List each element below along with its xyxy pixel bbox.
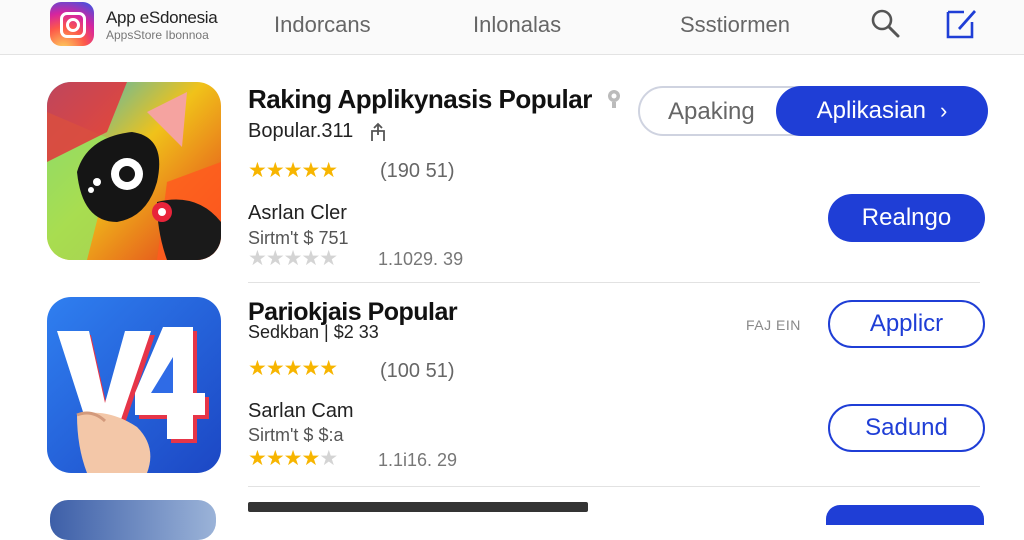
tab-ssstiormen[interactable]: Ssstiormen [680, 12, 790, 38]
app-subtitle: Bopular.311 [248, 120, 354, 142]
rating-count: (190 51) [380, 160, 455, 182]
share-icon[interactable] [368, 121, 388, 143]
price-text: Sirtm't $ $:a [248, 425, 344, 445]
toggle-option-aplikasian[interactable]: Aplikasian › [776, 86, 988, 136]
app-icon-partial[interactable] [50, 500, 216, 540]
row-divider [248, 282, 980, 283]
partial-title [248, 502, 588, 512]
view-toggle[interactable]: Apaking Aplikasian › [638, 86, 988, 136]
toggle-label: Aplikasian [816, 97, 927, 124]
tab-indorcans[interactable]: Indorcans [274, 12, 371, 38]
developer-name: Sarlan Cam [248, 400, 354, 422]
edit-icon[interactable] [944, 6, 978, 40]
secondary-count: 1.1029. 39 [378, 249, 464, 269]
tab-inlonalas[interactable]: Inlonalas [473, 12, 561, 38]
info-icon[interactable] [606, 88, 622, 112]
rating-count: (100 51) [380, 360, 455, 382]
realngo-button[interactable]: Realngo [828, 194, 985, 242]
secondary-stars: ★★★★★ [248, 247, 338, 270]
app-icon-bird[interactable] [47, 82, 221, 260]
sadund-button[interactable]: Sadund [828, 404, 985, 452]
secondary-stars: ★★★★★ [248, 447, 338, 470]
top-bar: App eSdonesia AppsStore Ibonnoa Indorcan… [0, 0, 1024, 55]
app-subtitle: Sedkban | $2 33 [248, 322, 379, 342]
search-icon[interactable] [868, 6, 902, 40]
rating-stars: ★★★★★ [248, 357, 338, 380]
rating-stars: ★★★★★ [248, 159, 338, 182]
app-title[interactable]: Raking Applikynasis Popular [248, 84, 592, 115]
toggle-option-apaking[interactable]: Apaking [668, 98, 755, 126]
applicr-button[interactable]: Applicr [828, 300, 985, 348]
brand-title: App eSdonesia [106, 8, 218, 27]
partial-button[interactable] [826, 505, 984, 525]
developer-name: Asrlan Cler [248, 202, 347, 224]
brand-subtitle: AppsStore Ibonnoa [106, 28, 209, 42]
app-store-logo-icon[interactable] [50, 2, 94, 46]
row-divider [248, 486, 980, 487]
category-tag: FAJ EIN [746, 317, 801, 333]
secondary-count: 1.1i16. 29 [378, 450, 458, 470]
chevron-right-icon: › [940, 98, 948, 123]
app-icon-v4[interactable] [47, 297, 221, 473]
